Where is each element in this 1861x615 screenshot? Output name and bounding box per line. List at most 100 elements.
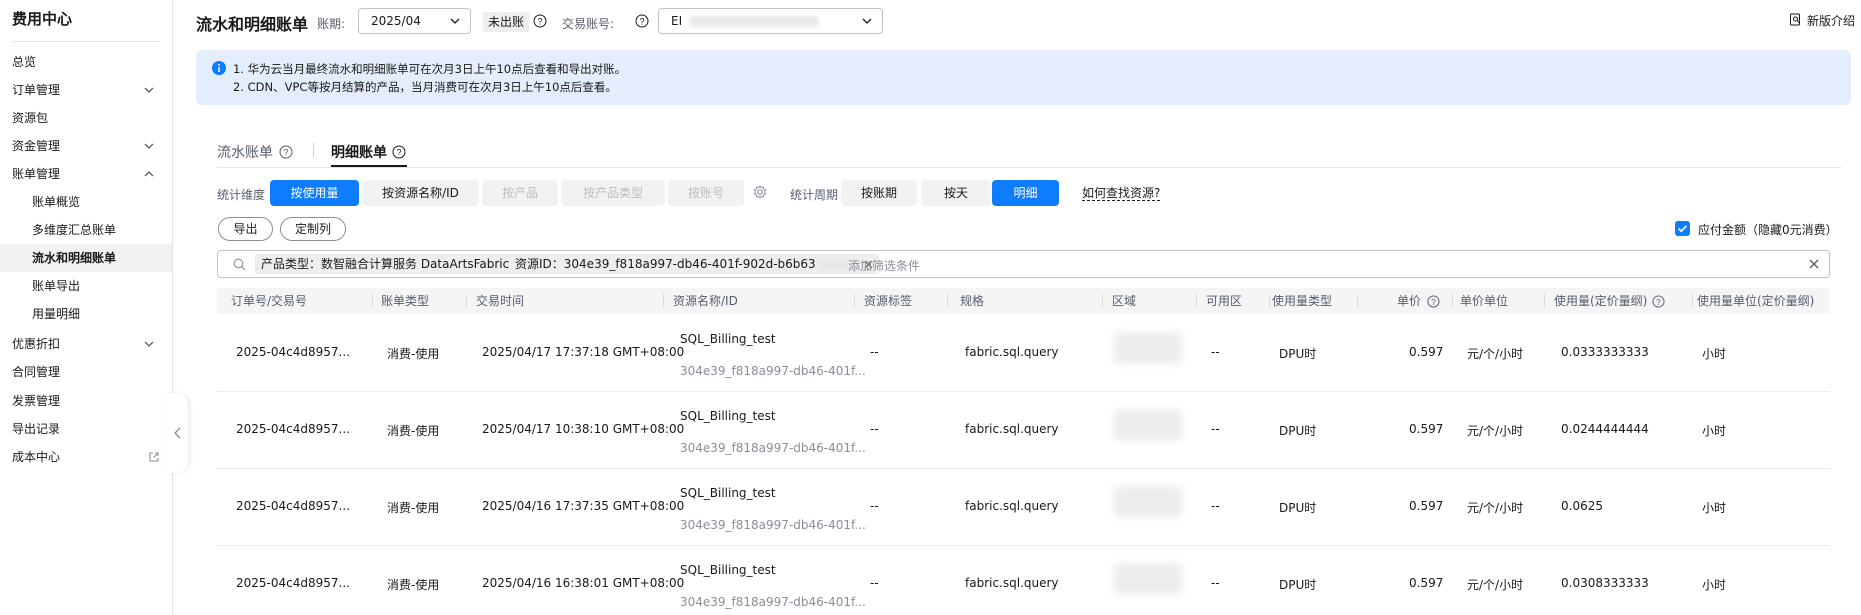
col-usage: 使用量(定价量纲): [1554, 294, 1648, 308]
sidebar-item-usage-details[interactable]: 用量明细: [0, 300, 172, 328]
redacted-region: [1114, 564, 1182, 594]
tab-active-indicator: [331, 165, 407, 167]
sidebar-item-contracts[interactable]: 合同管理: [0, 358, 172, 386]
cell-usage-type: DPU时: [1279, 501, 1317, 515]
cell-unit-price: 0.597: [1409, 576, 1444, 590]
tabs-baseline: [217, 167, 1841, 168]
dimension-by-account[interactable]: 按账号: [668, 180, 744, 206]
cell-resource-tag: --: [870, 422, 879, 436]
period-by-day[interactable]: 按天: [921, 180, 991, 206]
sidebar-item-export-records[interactable]: 导出记录: [0, 415, 172, 443]
table-row[interactable]: 2025-04c4d8957... 消费-使用 2025/04/16 16:38…: [217, 546, 1830, 615]
period-type-label: 统计周期: [790, 188, 839, 202]
dimension-label: 统计维度: [217, 188, 266, 202]
sidebar-item-invoices[interactable]: 发票管理: [0, 387, 172, 415]
dimension-by-usage[interactable]: 按使用量: [270, 180, 359, 206]
column-divider: [1102, 294, 1103, 308]
sidebar-item-bill-export[interactable]: 账单导出: [0, 272, 172, 300]
cell-resource-tag: --: [870, 499, 879, 513]
period-select[interactable]: 2025/04: [358, 8, 471, 34]
sidebar-item-funds[interactable]: 资金管理: [0, 132, 172, 160]
tab-label: 流水账单: [217, 145, 273, 161]
sidebar-item-packages[interactable]: 资源包: [0, 104, 172, 132]
info-icon: [212, 61, 226, 75]
column-divider: [663, 294, 664, 308]
col-region: 区域: [1112, 294, 1137, 308]
filter-chip-label: 资源ID：304e39_f818a997-db46-401f-902d-b6b6…: [515, 257, 816, 271]
period-detail[interactable]: 明细: [992, 180, 1059, 206]
filter-input-placeholder[interactable]: 添加筛选条件: [848, 257, 920, 274]
table-row[interactable]: 2025-04c4d8957... 消费-使用 2025/04/16 17:37…: [217, 469, 1830, 546]
sidebar-collapse-button[interactable]: [168, 393, 188, 473]
sidebar-item-multi-dim-bills[interactable]: 多维度汇总账单: [0, 216, 172, 244]
col-unit-price: 单价: [1397, 294, 1422, 308]
sidebar-title: 费用中心: [12, 10, 73, 28]
help-icon[interactable]: ?: [279, 145, 293, 159]
sidebar-item-label: 多维度汇总账单: [32, 223, 117, 237]
clear-icon[interactable]: [1809, 259, 1819, 269]
sidebar-item-label: 用量明细: [32, 307, 81, 321]
cell-resource-name: SQL_Billing_test: [680, 332, 776, 346]
sidebar-item-discounts[interactable]: 优惠折扣: [0, 330, 172, 358]
sidebar-item-label: 订单管理: [12, 83, 61, 97]
cell-resource-name: SQL_Billing_test: [680, 409, 776, 423]
cell-usage: 0.0308333333: [1561, 576, 1649, 590]
tab-divider: [313, 143, 314, 157]
col-zone: 可用区: [1206, 294, 1243, 308]
cell-resource-name: SQL_Billing_test: [680, 486, 776, 500]
sidebar: 费用中心 总览 订单管理 资源包 资金管理 账单管理 账单概览 多维度汇总账单 …: [0, 0, 173, 615]
tab-transactions[interactable]: 流水账单: [217, 142, 273, 162]
sidebar-item-transaction-details[interactable]: 流水和明细账单: [0, 244, 172, 272]
sidebar-item-cost-center[interactable]: 成本中心: [0, 443, 172, 471]
gear-icon[interactable]: [753, 185, 767, 199]
column-divider: [1692, 294, 1693, 308]
cell-usage-type: DPU时: [1279, 578, 1317, 592]
export-button[interactable]: 导出: [218, 217, 273, 241]
col-resource-tag: 资源标签: [864, 294, 913, 308]
svg-text:?: ?: [639, 17, 644, 27]
sidebar-item-orders[interactable]: 订单管理: [0, 76, 172, 104]
account-select[interactable]: EI: [658, 8, 883, 34]
dimension-by-product[interactable]: 按产品: [482, 180, 558, 206]
period-by-billing[interactable]: 按账期: [841, 180, 917, 206]
chevron-down-icon: [144, 87, 154, 93]
cell-order[interactable]: 2025-04c4d8957...: [236, 422, 350, 436]
help-icon[interactable]: ?: [533, 14, 547, 28]
cell-resource-id: 304e39_f818a997-db46-401f...: [680, 364, 866, 378]
sidebar-item-overview[interactable]: 总览: [0, 48, 172, 76]
cell-spec: fabric.sql.query: [965, 576, 1059, 590]
cell-order[interactable]: 2025-04c4d8957...: [236, 345, 350, 359]
new-intro-link[interactable]: 新版介绍: [1807, 12, 1855, 29]
column-divider: [947, 294, 948, 308]
notice-banner: 1. 华为云当月最终流水和明细账单可在次月3日上午10点后查看和导出对账。 2.…: [196, 50, 1851, 105]
column-divider: [1357, 294, 1358, 308]
column-divider: [854, 294, 855, 308]
account-label: 交易账号:: [562, 17, 615, 31]
col-time: 交易时间: [476, 294, 525, 308]
customize-columns-button[interactable]: 定制列: [280, 217, 346, 241]
filter-search-bar[interactable]: 产品类型：数智融合计算服务 DataArtsFabric 资源ID：304e39…: [217, 250, 1830, 278]
sidebar-item-bills[interactable]: 账单管理: [0, 160, 172, 188]
account-select-value: EI: [671, 14, 683, 28]
table-row[interactable]: 2025-04c4d8957... 消费-使用 2025/04/17 17:37…: [217, 315, 1830, 392]
help-icon[interactable]: ?: [1427, 295, 1440, 308]
help-icon[interactable]: ?: [392, 145, 406, 159]
help-icon[interactable]: ?: [635, 14, 649, 28]
payable-checkbox[interactable]: [1675, 221, 1690, 236]
tab-details[interactable]: 明细账单: [331, 142, 387, 162]
sidebar-item-label: 账单概览: [32, 195, 81, 209]
table-row[interactable]: 2025-04c4d8957... 消费-使用 2025/04/17 10:38…: [217, 392, 1830, 469]
cell-order[interactable]: 2025-04c4d8957...: [236, 576, 350, 590]
dimension-by-resource[interactable]: 按资源名称/ID: [362, 180, 479, 206]
cell-usage-type: DPU时: [1279, 347, 1317, 361]
cell-usage-unit: 小时: [1702, 501, 1727, 515]
dimension-by-product-type[interactable]: 按产品类型: [561, 180, 665, 206]
sidebar-item-label: 成本中心: [12, 450, 61, 464]
cell-order[interactable]: 2025-04c4d8957...: [236, 499, 350, 513]
cell-spec: fabric.sql.query: [965, 345, 1059, 359]
svg-text:?: ?: [1656, 297, 1661, 307]
help-icon[interactable]: ?: [1652, 295, 1665, 308]
cell-price-unit: 元/个/小时: [1467, 424, 1524, 438]
find-resource-link[interactable]: 如何查找资源?: [1082, 186, 1161, 201]
sidebar-item-bill-overview[interactable]: 账单概览: [0, 188, 172, 216]
